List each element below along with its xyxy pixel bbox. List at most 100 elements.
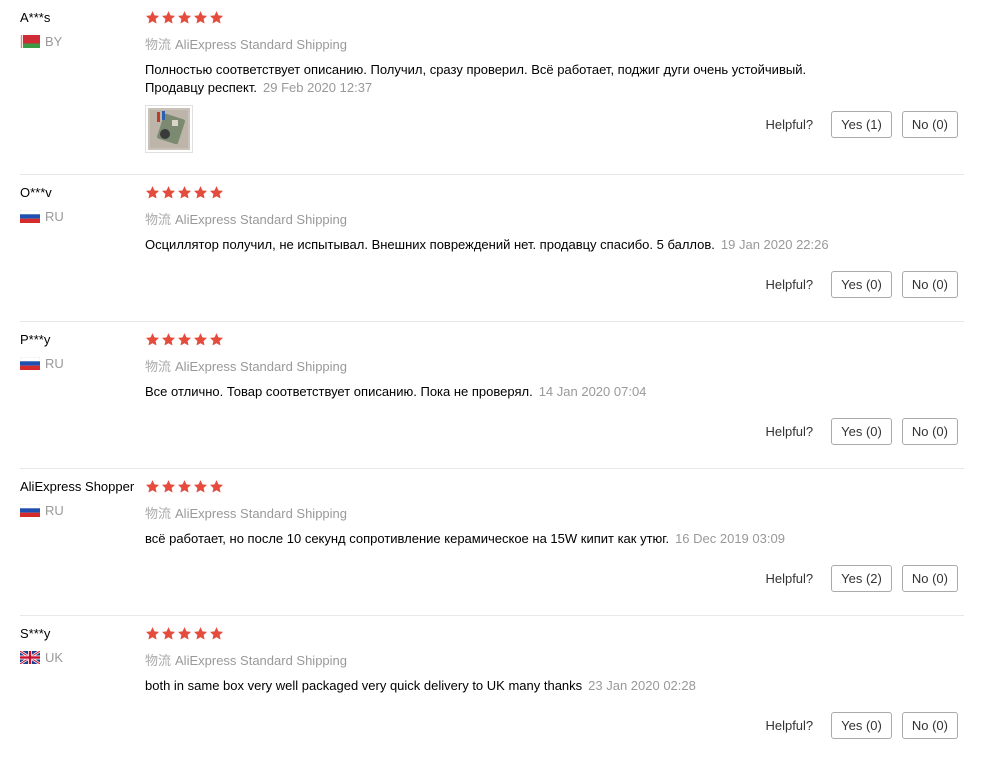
reviewer-name: O***v [20,185,52,200]
star-icon [161,185,176,200]
star-icon [177,10,192,25]
vote-yes-button[interactable]: Yes (2) [831,565,892,592]
reviewer-name: A***s [20,10,51,25]
vote-yes-button[interactable]: Yes (0) [831,418,892,445]
review-text-line: Все отлично. Товар соответствует описани… [145,384,533,399]
review-text-line: Продавцу респект. [145,80,257,95]
star-icon [161,10,176,25]
russia-flag-icon [20,357,40,370]
shipping-method: AliExpress Standard Shipping [175,212,348,227]
helpful-label: Helpful? [765,571,814,586]
helpful-vote: Helpful? Yes (0) No (0) [765,712,958,739]
shipping-method: AliExpress Standard Shipping [175,359,348,374]
helpful-vote: Helpful? Yes (2) No (0) [765,565,958,592]
star-icon [145,479,160,494]
review-date: 29 Feb 2020 12:37 [263,80,373,95]
uk-flag-icon [20,651,40,664]
star-icon [209,10,224,25]
star-icon [161,332,176,347]
helpful-label: Helpful? [765,718,814,733]
vote-no-button[interactable]: No (0) [901,418,958,445]
shipping-method: AliExpress Standard Shipping [175,653,348,668]
review-photo-thumbnail[interactable] [145,105,193,153]
star-icon [177,479,192,494]
star-icon [193,479,208,494]
star-icon [145,10,160,25]
vote-yes-button[interactable]: Yes (1) [831,111,892,138]
review-text: Все отлично. Товар соответствует описани… [145,383,865,401]
review-text: both in same box very well packaged very… [145,677,865,695]
helpful-label: Helpful? [765,117,814,132]
review-item: O***v RU 物流 AliExpress Standard Shipping … [20,175,964,322]
review-item: A***s BY 物流 AliExpress Standard Shipping … [20,0,964,175]
shipping-info: 物流 AliExpress Standard Shipping [145,356,964,375]
shipping-info: 物流 AliExpress Standard Shipping [145,503,964,522]
logistics-label: 物流 [145,653,172,668]
shipping-method: AliExpress Standard Shipping [175,37,348,52]
shipping-info: 物流 AliExpress Standard Shipping [145,650,964,669]
reviewer-name: P***y [20,332,51,347]
star-icon [193,185,208,200]
review-text-line: both in same box very well packaged very… [145,678,583,693]
reviewer-name: S***y [20,626,51,641]
vote-no-button[interactable]: No (0) [901,565,958,592]
review-text-line: всё работает, но после 10 секунд сопроти… [145,531,670,546]
star-icon [145,626,160,641]
product-photo-image [148,108,190,150]
logistics-label: 物流 [145,212,172,227]
rating-stars [145,185,964,203]
vote-no-button[interactable]: No (0) [901,111,958,138]
star-icon [209,185,224,200]
reviewer-country: BY [45,34,63,49]
star-icon [145,332,160,347]
review-text: Осциллятор получил, не испытывал. Внешни… [145,236,865,254]
star-icon [193,626,208,641]
russia-flag-icon [20,210,40,223]
star-icon [209,479,224,494]
review-item: AliExpress Shopper RU 物流 AliExpress Stand… [20,469,964,616]
rating-stars [145,332,964,350]
helpful-vote: Helpful? Yes (0) No (0) [765,271,958,298]
rating-stars [145,626,964,644]
star-icon [161,626,176,641]
reviewer-country: RU [45,356,64,371]
logistics-label: 物流 [145,506,172,521]
vote-no-button[interactable]: No (0) [901,271,958,298]
logistics-label: 物流 [145,359,172,374]
star-icon [193,332,208,347]
review-date: 14 Jan 2020 07:04 [538,384,647,399]
review-date: 16 Dec 2019 03:09 [675,531,785,546]
vote-yes-button[interactable]: Yes (0) [831,271,892,298]
star-icon [177,626,192,641]
review-date: 19 Jan 2020 22:26 [720,237,829,252]
russia-flag-icon [20,504,40,517]
star-icon [209,332,224,347]
review-text: Полностью соответствует описанию. Получи… [145,61,865,97]
star-icon [161,479,176,494]
review-date: 23 Jan 2020 02:28 [588,678,696,693]
review-text-line: Осциллятор получил, не испытывал. Внешни… [145,237,715,252]
star-icon [177,332,192,347]
logistics-label: 物流 [145,37,172,52]
reviewer-country: RU [45,503,64,518]
review-text-line: Полностью соответствует описанию. Получи… [145,62,807,77]
reviewer-country: UK [45,650,64,665]
belarus-flag-icon [20,35,40,48]
helpful-vote: Helpful? Yes (0) No (0) [765,418,958,445]
helpful-label: Helpful? [765,277,814,292]
vote-yes-button[interactable]: Yes (0) [831,712,892,739]
rating-stars [145,10,964,28]
review-item: S***y UK 物流AliExpress Standard Shipping [20,616,964,746]
helpful-label: Helpful? [765,424,814,439]
review-item: P***y RU 物流 AliExpress Standard Shipping … [20,322,964,469]
star-icon [209,626,224,641]
shipping-method: AliExpress Standard Shipping [175,506,348,521]
vote-no-button[interactable]: No (0) [901,712,958,739]
rating-stars [145,479,964,497]
shipping-info: 物流 AliExpress Standard Shipping [145,34,964,53]
review-text: всё работает, но после 10 секунд сопроти… [145,530,865,548]
reviewer-name: AliExpress Shopper [20,479,135,494]
star-icon [145,185,160,200]
star-icon [193,10,208,25]
helpful-vote: Helpful? Yes (1) No (0) [765,111,958,138]
